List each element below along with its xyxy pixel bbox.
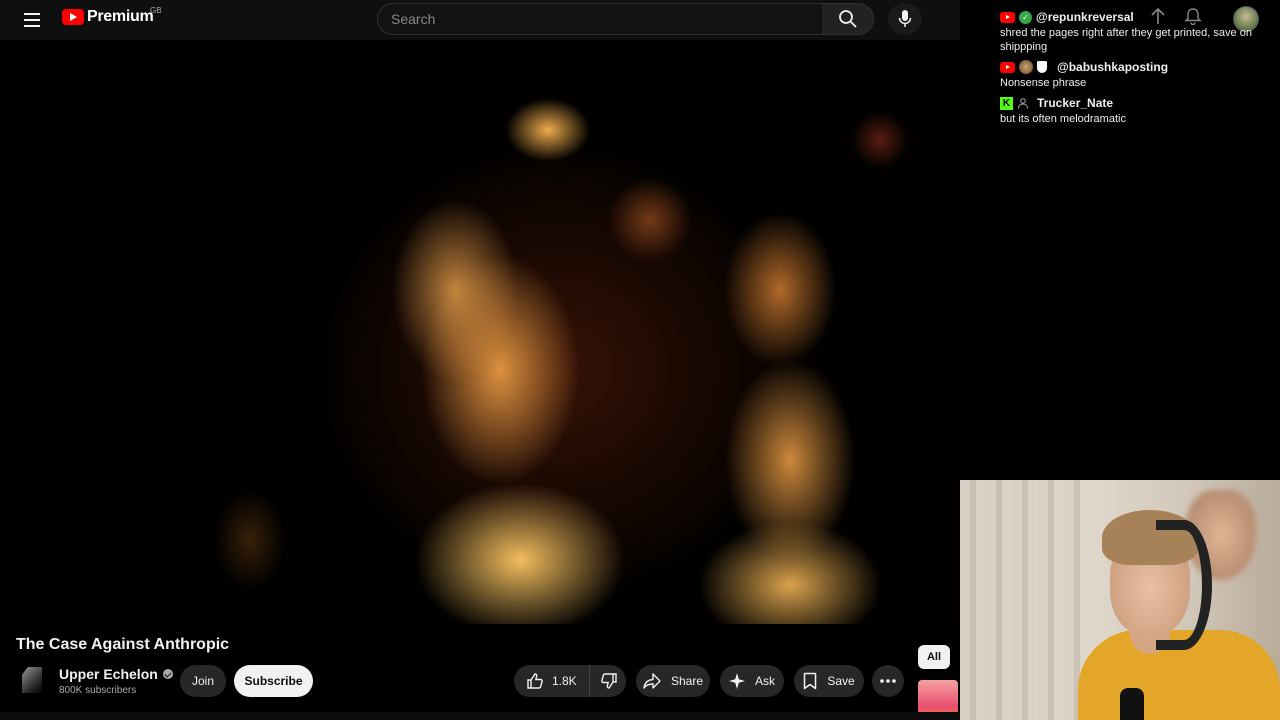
bookmark-icon [804,672,817,690]
thumbs-up-icon [527,673,543,689]
chat-message-header: @babushkaposting [1000,60,1270,74]
chat-message: ✓ @repunkreversal shred the pages right … [1000,10,1270,54]
channel-avatar[interactable] [22,667,42,693]
like-dislike-group: 1.8K [514,665,626,697]
more-actions-button[interactable] [872,665,904,697]
streamer-webcam [960,480,1280,720]
more-horizontal-icon [880,679,896,683]
verified-member-icon: ✓ [1019,10,1032,24]
chat-message: @babushkaposting Nonsense phrase [1000,60,1270,90]
chat-message-header: ✓ @repunkreversal [1000,10,1270,24]
search-button[interactable] [822,3,874,35]
chat-message: K Trucker_Nate but its often melodramati… [1000,96,1270,126]
ask-label: Ask [754,674,775,688]
kick-badge-icon: K [1000,96,1013,110]
chat-text: but its often melodramatic [1000,113,1126,125]
moderator-shield-icon [1037,61,1047,73]
like-count: 1.8K [552,674,577,688]
chat-username: @repunkreversal [1036,10,1134,24]
hamburger-menu-icon[interactable] [20,8,44,32]
youtube-premium-logo[interactable]: Premium GB [62,6,162,26]
share-button[interactable]: Share [636,665,710,697]
subscribe-button[interactable]: Subscribe [234,665,313,697]
dislike-button[interactable] [590,665,630,697]
chat-text: Nonsense phrase [1000,77,1087,89]
chat-text: shred the pages right after they get pri… [1000,27,1252,53]
chat-username: Trucker_Nate [1037,96,1114,110]
channel-name-row[interactable]: Upper Echelon [59,666,173,682]
voice-search-button[interactable] [888,3,922,35]
ask-button[interactable]: Ask [720,665,784,697]
youtube-play-icon [62,9,84,25]
filter-chip-all[interactable]: All [918,645,950,669]
webcam-curtain [960,480,1080,720]
share-icon [643,673,661,689]
search-input[interactable] [378,4,822,34]
chat-message-header: K Trucker_Nate [1000,96,1270,110]
video-dark-edge [0,40,124,624]
share-label: Share [670,674,704,688]
bottom-strip [0,712,960,720]
microphone-icon [898,10,912,27]
video-player[interactable] [0,40,960,624]
save-label: Save [827,674,855,688]
person-icon [1018,98,1028,109]
youtube-badge-icon [1000,61,1015,73]
subscriber-count: 800K subscribers [59,685,137,696]
channel-name[interactable]: Upper Echelon [59,666,158,682]
headphones-icon [1156,520,1212,650]
region-code: GB [150,6,162,15]
thumbs-down-icon [600,673,617,689]
youtube-badge-icon [1000,11,1015,23]
video-title: The Case Against Anthropic [16,636,230,653]
search-icon [838,10,857,28]
sparkle-icon [728,673,745,689]
top-bar: Premium GB [0,0,960,40]
search-box [377,3,823,35]
verified-icon [162,669,173,679]
join-button[interactable]: Join [180,665,226,697]
save-button[interactable]: Save [794,665,864,697]
chat-username: @babushkaposting [1057,60,1169,74]
user-avatar-icon [1019,60,1033,74]
like-button[interactable]: 1.8K [514,665,590,697]
webcam-microphone [1120,688,1144,720]
live-chat: ✓ @repunkreversal shred the pages right … [1000,10,1270,132]
logo-text: Premium [87,8,154,25]
